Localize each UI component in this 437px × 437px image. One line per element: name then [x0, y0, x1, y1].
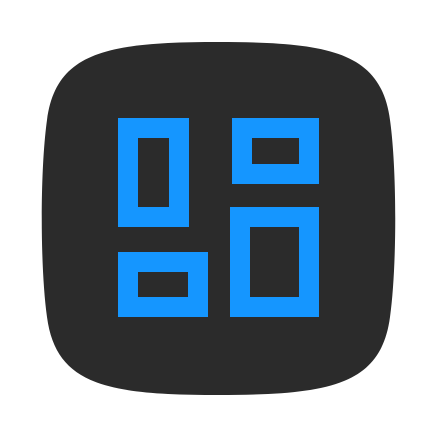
app-icon-canvas — [0, 0, 437, 437]
icon-tile-background — [41, 42, 396, 395]
dashboard-layout-icon[interactable] — [0, 0, 437, 437]
